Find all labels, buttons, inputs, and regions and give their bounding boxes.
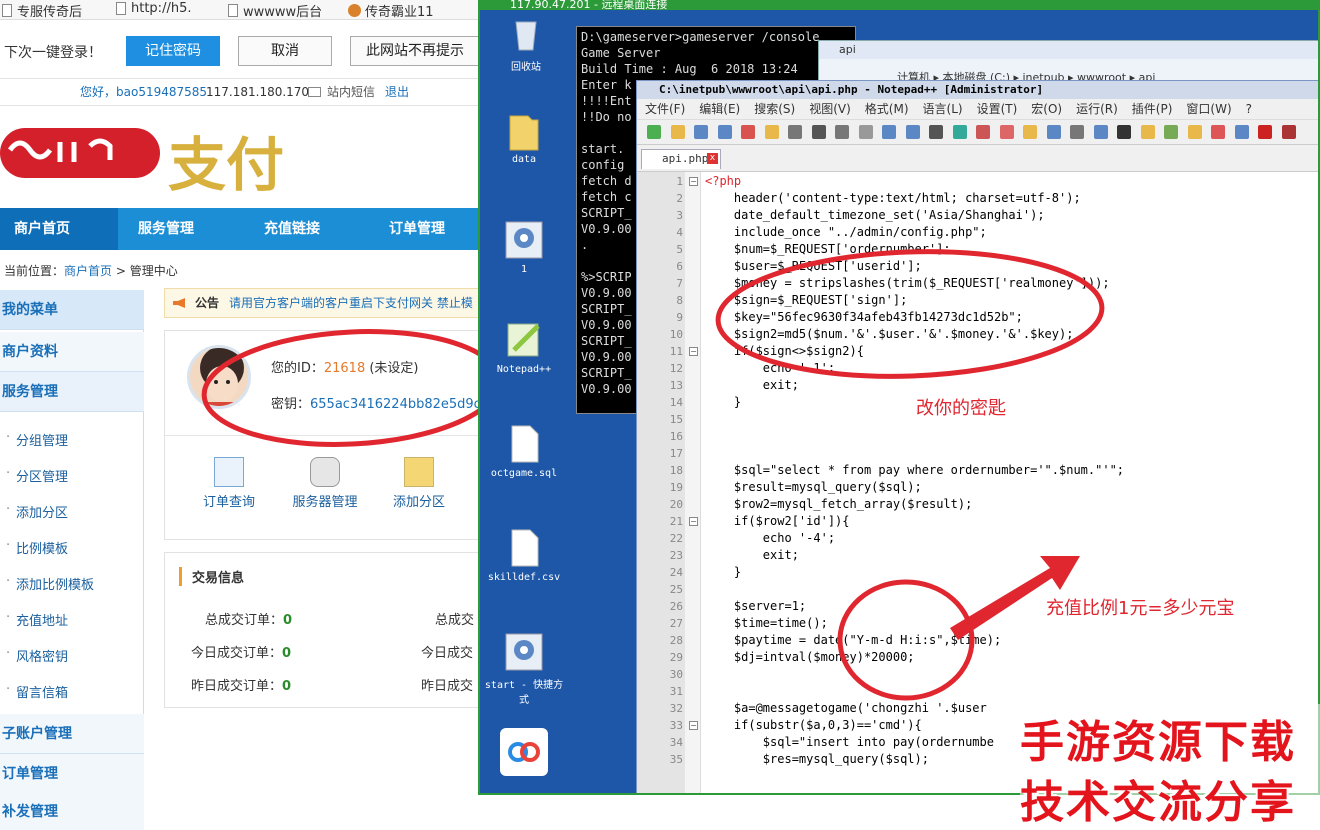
- annotation-key-note: 改你的密匙: [916, 398, 1006, 419]
- watermark-line-1: 手游资源下载: [1020, 717, 1296, 768]
- annotation-ratio-note: 充值比例1元=多少元宝: [1046, 598, 1235, 619]
- merchant-web-page: 专服传奇后 http://h5. wwwww后台 传奇霸业11 下次一键登录！ …: [0, 0, 480, 830]
- remote-desktop-window: 117.90.47.201 - 远程桌面连接 回收站 data 1 Notepa…: [478, 0, 1320, 795]
- watermark: 手游资源下载 技术交流分享: [1020, 704, 1320, 830]
- watermark-line-2: 技术交流分享: [1020, 777, 1296, 828]
- annotation-ellipse-id: [201, 329, 480, 447]
- annotation-marks: [715, 249, 1105, 701]
